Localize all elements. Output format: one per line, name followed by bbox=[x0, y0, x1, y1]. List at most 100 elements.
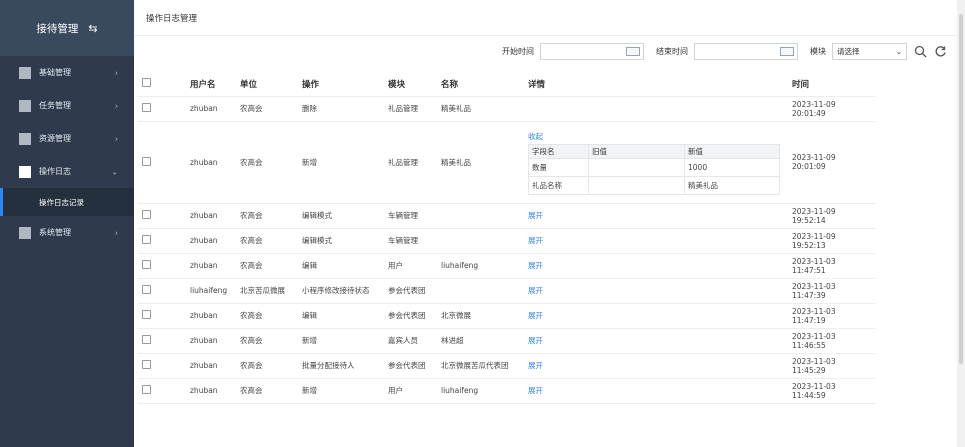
chevron-right-icon: › bbox=[114, 101, 118, 110]
row-checkbox[interactable] bbox=[142, 103, 151, 112]
cell-unit: 农高会 bbox=[236, 228, 298, 254]
chevron-right-icon: › bbox=[114, 68, 118, 77]
row-checkbox[interactable] bbox=[142, 156, 151, 166]
detail-field: 礼品名称 bbox=[528, 175, 589, 195]
cell-operation: 编辑模式 bbox=[298, 228, 384, 254]
expand-link[interactable]: 展开 bbox=[524, 278, 788, 304]
cell-module: 车辆管理 bbox=[384, 228, 437, 254]
cell-unit: 农高会 bbox=[236, 353, 298, 379]
calendar-icon[interactable] bbox=[626, 47, 640, 56]
sidebar-item-system[interactable]: 系统管理 › bbox=[0, 216, 134, 249]
cell-name: 精美礼品 bbox=[437, 96, 524, 122]
sidebar-item-label: 基础管理 bbox=[39, 68, 71, 77]
cell-detail bbox=[524, 96, 788, 122]
menu-icon bbox=[19, 132, 31, 145]
calendar-icon[interactable] bbox=[780, 47, 794, 56]
detail-col-field: 字段名 bbox=[528, 143, 589, 159]
cell-name: liuhaifeng bbox=[437, 253, 524, 279]
table-row: zhuban 农高会 编辑模式 车辆管理 展开 2023-11-09 19:52… bbox=[138, 203, 875, 229]
cell-user: zhuban bbox=[186, 303, 236, 329]
select-all-checkbox[interactable] bbox=[142, 77, 151, 87]
search-icon[interactable] bbox=[913, 45, 927, 59]
sidebar-item-resource[interactable]: 资源管理 › bbox=[0, 122, 134, 155]
cell-module: 参会代表团 bbox=[384, 278, 437, 304]
expand-link[interactable]: 展开 bbox=[524, 253, 788, 279]
refresh-icon[interactable] bbox=[933, 45, 947, 59]
sidebar-subitem-label: 操作日志记录 bbox=[39, 197, 84, 207]
table-row: zhuban 农高会 编辑模式 车辆管理 展开 2023-11-09 19:52… bbox=[138, 228, 875, 254]
end-time-input[interactable] bbox=[694, 43, 798, 60]
col-user: 用户名 bbox=[186, 72, 236, 97]
row-checkbox[interactable] bbox=[142, 210, 151, 219]
sidebar-item-label: 资源管理 bbox=[39, 134, 71, 143]
cell-time: 2023-11-03 11:46:55 bbox=[788, 328, 875, 354]
row-checkbox[interactable] bbox=[142, 335, 151, 344]
sidebar-item-label: 任务管理 bbox=[39, 101, 71, 110]
expand-link[interactable]: 展开 bbox=[524, 303, 788, 329]
row-checkbox[interactable] bbox=[142, 285, 151, 294]
cell-module: 用户 bbox=[384, 253, 437, 279]
cell-time: 2023-11-09 19:52:14 bbox=[788, 203, 875, 229]
detail-old bbox=[588, 175, 685, 195]
expand-link[interactable]: 展开 bbox=[524, 328, 788, 354]
sidebar-item-oplog[interactable]: 操作日志 ⌄ bbox=[0, 155, 134, 188]
cell-name: 精美礼品 bbox=[437, 121, 524, 204]
module-label: 模块 bbox=[810, 47, 826, 56]
expand-link[interactable]: 展开 bbox=[524, 353, 788, 379]
detail-col-new: 新值 bbox=[684, 143, 780, 159]
menu-icon bbox=[19, 99, 31, 112]
start-time-input[interactable] bbox=[540, 43, 644, 60]
cell-unit: 农高会 bbox=[236, 121, 298, 204]
table-row: zhuban 农高会 新增 用户 liuhaifeng 展开 2023-11-0… bbox=[138, 378, 875, 404]
expand-link[interactable]: 展开 bbox=[524, 228, 788, 254]
row-checkbox[interactable] bbox=[142, 260, 151, 269]
cell-name: 北京微展苦瓜代表团 bbox=[437, 353, 524, 379]
cell-detail: 收起 字段名 旧值 新值 数量 1000 礼品名称 精美礼品 bbox=[524, 121, 788, 204]
filter-bar: 开始时间 结束时间 模块 请选择 ⌄ bbox=[502, 43, 947, 60]
row-checkbox[interactable] bbox=[142, 360, 151, 369]
cell-unit: 农高会 bbox=[236, 303, 298, 329]
sidebar-item-label: 操作日志 bbox=[39, 167, 71, 176]
collapse-link[interactable]: 收起 bbox=[528, 131, 784, 142]
row-checkbox[interactable] bbox=[142, 310, 151, 319]
cell-user: zhuban bbox=[186, 121, 236, 204]
row-checkbox[interactable] bbox=[142, 385, 151, 394]
cell-operation: 编辑模式 bbox=[298, 203, 384, 229]
detail-row: 礼品名称 精美礼品 bbox=[528, 175, 780, 195]
cell-operation: 删除 bbox=[298, 96, 384, 122]
page-title: 操作日志管理 bbox=[146, 13, 198, 24]
col-time: 时间 bbox=[788, 72, 875, 97]
cell-module: 用户 bbox=[384, 378, 437, 404]
cell-name: liuhaifeng bbox=[437, 378, 524, 404]
cell-module: 车辆管理 bbox=[384, 203, 437, 229]
cell-user: zhuban bbox=[186, 328, 236, 354]
scrollbar[interactable] bbox=[957, 0, 965, 447]
table-row: zhuban 农高会 批量分配接待人 参会代表团 北京微展苦瓜代表团 展开 20… bbox=[138, 353, 875, 379]
menu-icon bbox=[19, 226, 31, 239]
sidebar-item-basic[interactable]: 基础管理 › bbox=[0, 56, 134, 89]
menu-icon bbox=[19, 165, 31, 178]
expand-link[interactable]: 展开 bbox=[524, 378, 788, 404]
scrollbar-thumb[interactable] bbox=[959, 14, 963, 364]
expand-link[interactable]: 展开 bbox=[524, 203, 788, 229]
row-checkbox[interactable] bbox=[142, 235, 151, 244]
col-name: 名称 bbox=[437, 72, 524, 97]
sidebar-item-task[interactable]: 任务管理 › bbox=[0, 89, 134, 122]
table-row: zhuban 农高会 新增 礼品管理 精美礼品 收起 字段名 旧值 新值 数量 … bbox=[138, 121, 875, 204]
sidebar-subitem-oplog-record[interactable]: 操作日志记录 bbox=[0, 188, 134, 216]
col-unit: 单位 bbox=[236, 72, 298, 97]
table-row: zhuban 农高会 新增 嘉宾人员 林进超 展开 2023-11-03 11:… bbox=[138, 328, 875, 354]
cell-unit: 农高会 bbox=[236, 203, 298, 229]
swap-icon[interactable]: ⇆ bbox=[88, 22, 97, 35]
table-row: zhuban 农高会 编辑 参会代表团 北京微展 展开 2023-11-03 1… bbox=[138, 303, 875, 329]
cell-unit: 农高会 bbox=[236, 96, 298, 122]
cell-module: 参会代表团 bbox=[384, 303, 437, 329]
module-select[interactable]: 请选择 ⌄ bbox=[832, 43, 907, 60]
sidebar-nav: 基础管理 › 任务管理 › 资源管理 › 操作日志 ⌄ 操作日志记录 系统管理 … bbox=[0, 56, 134, 249]
brand: 接待管理 ⇆ bbox=[0, 0, 134, 56]
chevron-down-icon: ⌄ bbox=[111, 167, 118, 176]
cell-user: zhuban bbox=[186, 96, 236, 122]
cell-module: 礼品管理 bbox=[384, 121, 437, 204]
cell-user: zhuban bbox=[186, 353, 236, 379]
end-time-label: 结束时间 bbox=[656, 47, 688, 56]
